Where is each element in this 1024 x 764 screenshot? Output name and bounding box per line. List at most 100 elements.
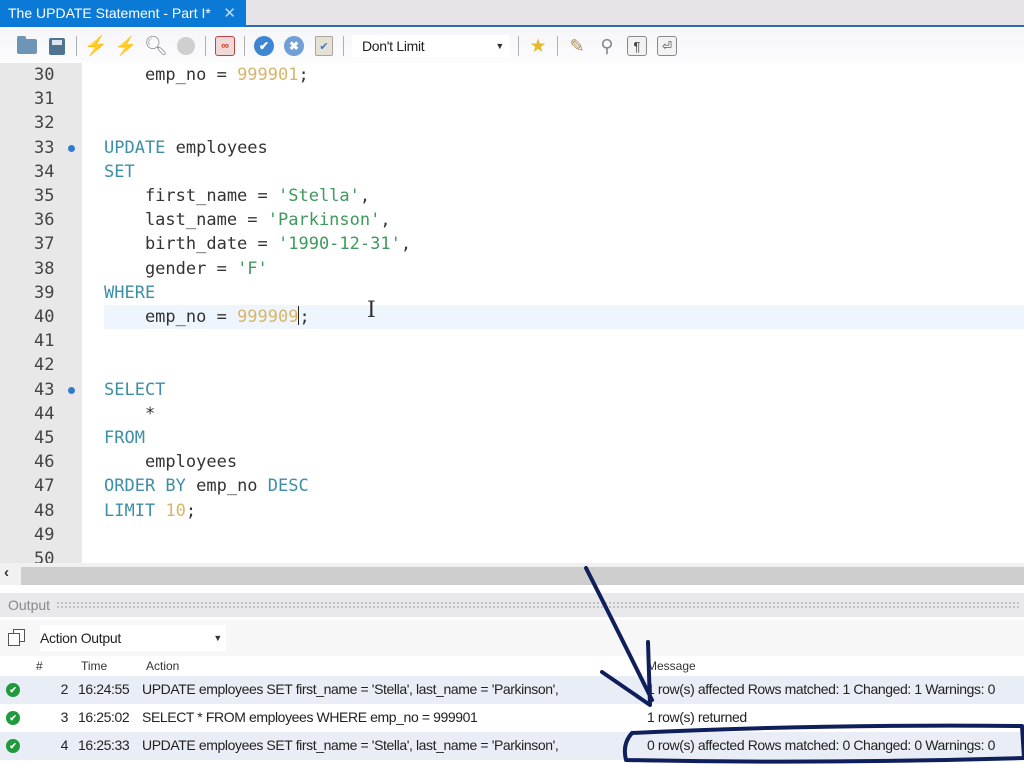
- statement-marker-icon: [68, 386, 75, 394]
- scroll-left-icon[interactable]: ‹: [4, 564, 9, 581]
- code-line[interactable]: 40 emp_no = 999909;: [0, 305, 1024, 329]
- code-line[interactable]: 50: [0, 547, 1024, 563]
- row-message: 1 row(s) returned: [647, 709, 747, 725]
- line-number: 46: [34, 452, 55, 473]
- sql-token: emp_no =: [104, 65, 238, 85]
- column-header-action[interactable]: Action: [146, 659, 179, 673]
- line-number: 44: [34, 403, 55, 424]
- toolbar-separator: [76, 36, 77, 56]
- code-line[interactable]: 48 LIMIT 10;: [0, 499, 1024, 523]
- sql-keyword: SET: [104, 161, 135, 182]
- code-line[interactable]: 37 birth_date = '1990-12-31',: [0, 232, 1024, 256]
- code-line[interactable]: 36 last_name = 'Parkinson',: [0, 208, 1024, 232]
- code-line[interactable]: 46 employees: [0, 450, 1024, 474]
- rollback-icon[interactable]: ✖: [283, 35, 305, 57]
- code-text: birth_date = '1990-12-31',: [104, 232, 411, 256]
- sql-editor[interactable]: 30 emp_no = 999901; 31 32 33 UPDATE employee…: [0, 63, 1024, 563]
- code-line[interactable]: 33 UPDATE employees: [0, 136, 1024, 160]
- code-line[interactable]: 35 first_name = 'Stella',: [0, 184, 1024, 208]
- code-line[interactable]: 42: [0, 353, 1024, 377]
- code-line[interactable]: 32: [0, 111, 1024, 135]
- editor-tab-bar: The UPDATE Statement - Part I* ✕: [0, 0, 1024, 27]
- toggle-error-icon[interactable]: ∞: [214, 35, 236, 57]
- panel-resize-grip[interactable]: [56, 601, 1020, 609]
- code-line[interactable]: 31: [0, 87, 1024, 111]
- code-text: first_name = 'Stella',: [104, 184, 370, 208]
- line-number: 50: [34, 549, 55, 563]
- sql-number: 999909: [237, 307, 299, 327]
- code-line[interactable]: 49: [0, 523, 1024, 547]
- invisible-chars-icon[interactable]: ¶: [626, 35, 648, 57]
- add-snippet-icon[interactable]: ★: [527, 35, 549, 57]
- sql-token: ,: [380, 210, 391, 231]
- code-line[interactable]: 47 ORDER BY emp_no DESC: [0, 474, 1024, 498]
- autocommit-icon[interactable]: ✔: [313, 35, 335, 57]
- code-text: emp_no = 999909;: [104, 305, 310, 329]
- editor-horizontal-scrollbar[interactable]: ‹: [0, 563, 1024, 585]
- tab-update-statement[interactable]: The UPDATE Statement - Part I* ✕: [0, 0, 246, 27]
- success-check-icon: ✔: [6, 711, 20, 725]
- sql-string: '1990-12-31': [278, 234, 401, 255]
- output-panel-header: Output: [0, 593, 1024, 617]
- column-header-message[interactable]: Message: [647, 659, 696, 673]
- code-line[interactable]: 38 gender = 'F': [0, 257, 1024, 281]
- line-number: 42: [34, 355, 55, 376]
- commit-icon[interactable]: ✔: [253, 35, 275, 57]
- line-number: 37: [34, 234, 55, 255]
- open-folder-icon[interactable]: [16, 35, 38, 57]
- stop-icon[interactable]: [175, 35, 197, 57]
- sql-token: emp_no: [185, 476, 268, 497]
- beautify-icon[interactable]: ✎: [566, 35, 588, 57]
- find-icon[interactable]: ⚲: [596, 35, 618, 57]
- code-text: SELECT: [104, 378, 165, 402]
- grid-header: # Time Action Message: [0, 656, 1024, 676]
- explain-icon[interactable]: 🔍︎: [144, 35, 168, 57]
- code-line[interactable]: 39 WHERE: [0, 281, 1024, 305]
- row-message: 0 row(s) affected Rows matched: 0 Change…: [647, 737, 996, 753]
- save-icon[interactable]: [46, 35, 68, 57]
- line-number: 35: [34, 186, 55, 206]
- row-limit-select[interactable]: Don't Limit ▼: [352, 35, 510, 57]
- line-number: 40: [34, 307, 55, 327]
- output-view-select[interactable]: Action Output ▼: [40, 625, 226, 651]
- statement-marker-icon: [68, 144, 75, 152]
- line-number: 48: [34, 500, 55, 521]
- code-line[interactable]: 30 emp_no = 999901;: [0, 63, 1024, 87]
- close-icon[interactable]: ✕: [223, 0, 236, 27]
- copy-icon[interactable]: [8, 629, 26, 647]
- line-number: 41: [34, 331, 55, 352]
- table-row[interactable]: ✔ 2 16:24:55 UPDATE employees SET first_…: [0, 676, 1024, 704]
- toolbar-separator: [518, 36, 519, 56]
- code-line[interactable]: 44 *: [0, 402, 1024, 426]
- sql-keyword: SELECT: [104, 379, 166, 400]
- row-action: UPDATE employees SET first_name = 'Stell…: [142, 737, 559, 753]
- table-row[interactable]: ✔ 4 16:25:33 UPDATE employees SET first_…: [0, 732, 1024, 760]
- toolbar-separator: [557, 36, 558, 56]
- column-header-num[interactable]: #: [36, 659, 43, 673]
- sql-string: 'Parkinson': [267, 210, 381, 231]
- execute-current-icon[interactable]: ⚡: [115, 35, 137, 57]
- row-message: 1 row(s) affected Rows matched: 1 Change…: [647, 681, 996, 697]
- output-toolbar: Action Output ▼: [0, 620, 1024, 656]
- sql-token: ,: [359, 186, 371, 206]
- toolbar-separator: [343, 36, 344, 56]
- sql-keyword: UPDATE: [104, 137, 166, 158]
- column-header-time[interactable]: Time: [81, 659, 107, 673]
- code-line[interactable]: 41: [0, 329, 1024, 353]
- line-number: 36: [34, 210, 55, 231]
- success-check-icon: ✔: [6, 739, 20, 753]
- code-line[interactable]: 43 SELECT: [0, 378, 1024, 402]
- code-line[interactable]: 34 SET: [0, 160, 1024, 184]
- code-line[interactable]: 45 FROM: [0, 426, 1024, 450]
- code-text: FROM: [104, 426, 145, 450]
- sql-token: *: [104, 403, 156, 424]
- scrollbar-thumb[interactable]: [21, 567, 1024, 585]
- sql-keyword: FROM: [104, 428, 145, 448]
- chevron-down-icon: ▼: [213, 633, 222, 643]
- table-row[interactable]: ✔ 3 16:25:02 SELECT * FROM employees WHE…: [0, 704, 1024, 732]
- word-wrap-icon[interactable]: ⏎: [656, 35, 678, 57]
- execute-icon[interactable]: ⚡: [84, 35, 108, 57]
- row-action: UPDATE employees SET first_name = 'Stell…: [142, 681, 559, 697]
- code-text: SET: [104, 160, 135, 184]
- line-number: 31: [34, 89, 55, 110]
